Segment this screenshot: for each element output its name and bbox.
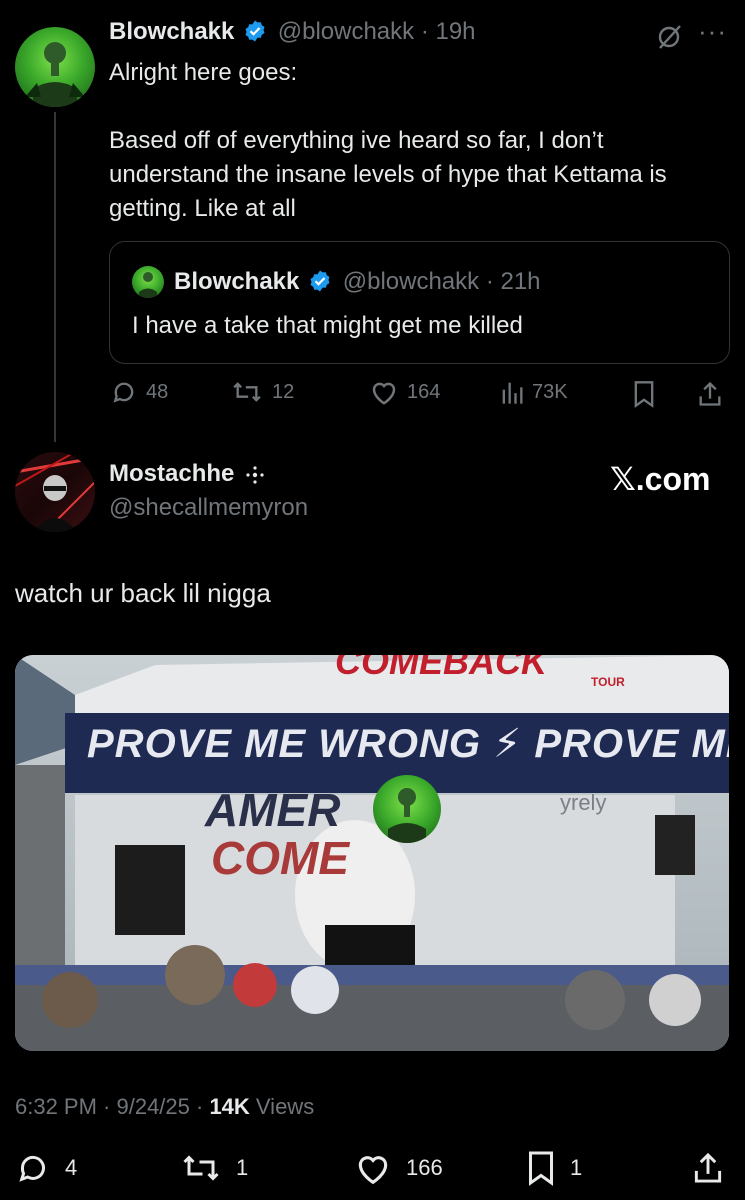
media-banner-text: PROVE ME WRONG ⚡ PROVE ME (87, 722, 729, 766)
author-name[interactable]: Mostachhe (109, 460, 234, 487)
xcom-logo: 𝕏.com (610, 461, 711, 497)
author-handle[interactable]: @shecallmemyron (109, 494, 308, 522)
like-count: 164 (407, 380, 441, 403)
reply-button[interactable]: 4 (15, 1150, 77, 1186)
verified-badge-icon (310, 270, 330, 292)
reply-icon (113, 382, 134, 403)
bookmark-button[interactable] (632, 380, 656, 413)
tweet-header: Blowchakk @blowchakk · 19h (109, 18, 476, 47)
reply-icon (19, 1155, 45, 1182)
repost-icon (183, 1155, 219, 1181)
separator-dot: · (414, 18, 436, 45)
media-sponsor-text: yrely (560, 790, 607, 815)
reply-button[interactable]: 48 (110, 378, 168, 406)
tweet-text-line1: Alright here goes: (109, 59, 298, 86)
media-sign-text2: COME (211, 832, 349, 884)
heart-icon (372, 382, 396, 405)
grok-icon[interactable] (655, 22, 685, 57)
more-options-icon[interactable]: ··· (698, 16, 727, 47)
tweet-time[interactable]: 19h (435, 18, 475, 45)
thread-line (54, 112, 56, 442)
views-button[interactable]: 73K (500, 378, 568, 406)
like-count: 166 (406, 1155, 443, 1180)
quote-header: Blowchakk @blowchakk · 21h (174, 268, 541, 297)
views-count: 14K (209, 1094, 250, 1119)
bookmark-count: 1 (570, 1155, 583, 1180)
avatar[interactable] (15, 452, 95, 532)
share-icon (694, 1152, 722, 1183)
verified-badge-icon (245, 20, 265, 42)
share-icon (699, 381, 721, 406)
mostachhe-avatar-icon (15, 452, 95, 532)
media-top-banner: COMEBACK (335, 655, 547, 682)
tweet-text: watch ur back lil nigga (15, 578, 271, 608)
move-sparkle-icon (246, 466, 264, 484)
author-info: Mostachhe @shecallmemyron (109, 460, 308, 522)
quote-tweet-card[interactable]: Blowchakk @blowchakk · 21h I have a take… (109, 241, 730, 364)
repost-button[interactable]: 1 (180, 1150, 248, 1186)
tweet-meta: 6:32 PM · 9/24/25 · 14K Views (15, 1094, 314, 1120)
heart-icon (358, 1156, 388, 1185)
squidward-avatar-icon (25, 42, 85, 107)
repost-button[interactable]: 12 (230, 378, 294, 406)
author-name[interactable]: Blowchakk (109, 18, 234, 45)
views-label: Views (249, 1094, 315, 1119)
quote-avatar[interactable] (132, 266, 164, 298)
author-handle[interactable]: @blowchakk (278, 18, 414, 45)
squidward-avatar-icon (388, 788, 426, 843)
squidward-avatar-icon (139, 272, 157, 298)
bookmark-button[interactable]: 1 (526, 1150, 582, 1186)
media-scene (15, 655, 729, 1051)
quote-author-handle: @blowchakk (342, 268, 480, 295)
avatar[interactable] (15, 27, 95, 107)
repost-count: 12 (272, 380, 295, 403)
like-button[interactable]: 166 (354, 1150, 443, 1186)
quote-author-name: Blowchakk (174, 268, 300, 295)
bookmark-icon (634, 381, 654, 408)
tweet-text-body: Based off of everything ive heard so far… (109, 127, 667, 222)
like-button[interactable]: 164 (369, 378, 440, 406)
separator-dot: · (479, 268, 501, 295)
repost-icon (233, 382, 261, 402)
share-button[interactable] (692, 1150, 724, 1191)
quote-time: 21h (500, 268, 541, 295)
share-button[interactable] (697, 380, 723, 413)
bookmark-icon (529, 1151, 553, 1186)
tweet-timestamp[interactable]: 6:32 PM · 9/24/25 · (15, 1094, 209, 1119)
quote-text: I have a take that might get me killed (132, 312, 523, 339)
views-count: 73K (532, 380, 568, 403)
face-cover-sticker (373, 775, 441, 843)
reply-count: 4 (65, 1155, 78, 1180)
tweet-media-video[interactable]: COMEBACK TOUR PROVE ME WRONG ⚡ PROVE ME … (15, 655, 729, 1051)
media-tour-text: TOUR (591, 675, 625, 689)
views-icon (502, 382, 523, 404)
media-sign-text1: AMER (205, 784, 341, 836)
repost-count: 1 (236, 1155, 249, 1180)
reply-count: 48 (146, 380, 169, 403)
